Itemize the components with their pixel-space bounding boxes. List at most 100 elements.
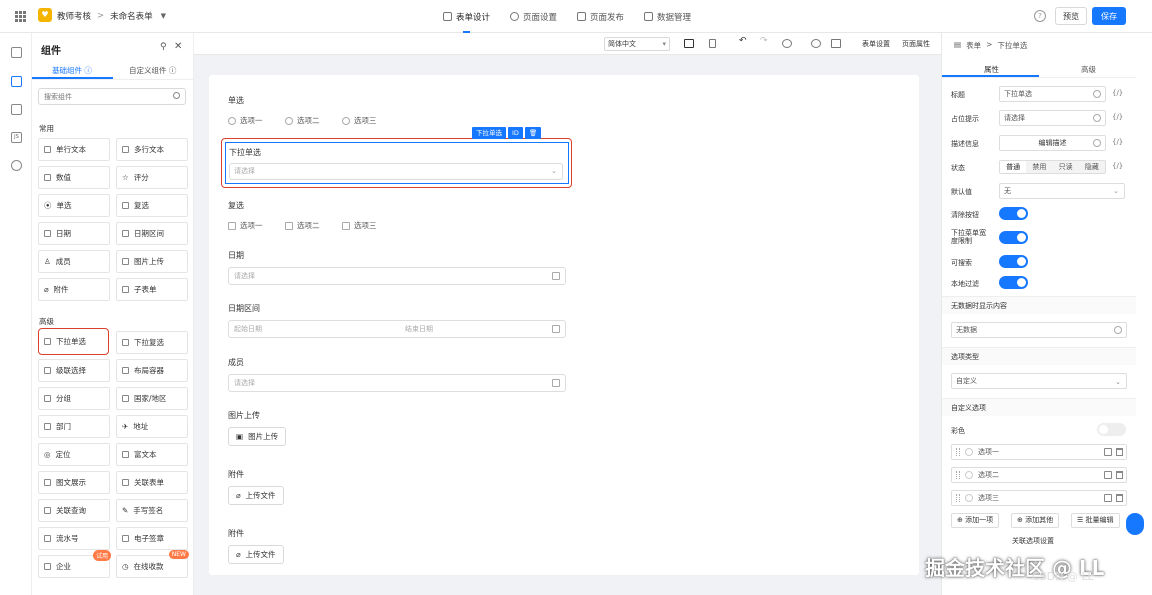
app-name[interactable]: 教师考核 <box>57 10 91 22</box>
comp-enterprise[interactable]: 企业 试用 <box>38 550 111 578</box>
drag-handle-icon[interactable] <box>956 494 960 502</box>
expression-icon[interactable]: {/} <box>1112 162 1123 170</box>
form-name[interactable]: 未命名表单 <box>110 10 153 22</box>
add-other-button[interactable]: ⊕ 添加其他 <box>1011 513 1060 528</box>
component-search-input[interactable] <box>38 88 186 105</box>
edit-icon[interactable] <box>1104 494 1112 502</box>
checkbox-option-2[interactable]: 选项二 <box>285 220 320 231</box>
page-props-button[interactable]: 页面属性 <box>902 39 930 49</box>
field-label-image-upload[interactable]: 图片上传 <box>228 410 260 421</box>
comp-attachment[interactable]: ⌀ 附件 <box>38 278 110 301</box>
crumb-form[interactable]: 表单 <box>966 40 981 51</box>
option-row-3[interactable]: 选项三 <box>951 490 1127 506</box>
dropdown-width-switch[interactable] <box>999 231 1028 244</box>
field-label-member[interactable]: 成员 <box>228 357 244 368</box>
redo-icon[interactable]: ↷ <box>760 36 768 46</box>
chevron-down-icon[interactable]: ▼ <box>161 12 166 20</box>
searchable-switch[interactable] <box>999 255 1028 268</box>
comp-e-seal[interactable]: 电子签章 <box>116 527 188 550</box>
globe-icon[interactable] <box>1093 114 1101 122</box>
database-icon[interactable] <box>11 104 22 115</box>
comp-checkbox[interactable]: 复选 <box>116 194 188 217</box>
status-disabled[interactable]: 禁用 <box>1026 161 1052 173</box>
code-icon[interactable] <box>831 39 841 48</box>
expression-icon[interactable]: {/} <box>1112 113 1123 121</box>
form-settings-button[interactable]: 表单设置 <box>862 39 890 49</box>
comp-group[interactable]: 分组 <box>38 387 110 410</box>
comp-layout-container[interactable]: 布局容器 <box>116 359 188 382</box>
field-label-attachment-2[interactable]: 附件 <box>228 528 244 539</box>
edit-icon[interactable] <box>1104 448 1112 456</box>
expression-icon[interactable]: {/} <box>1112 89 1123 97</box>
edit-icon[interactable] <box>1104 471 1112 479</box>
no-data-input[interactable]: 无数据 <box>951 322 1127 338</box>
status-hidden[interactable]: 隐藏 <box>1079 161 1105 173</box>
comp-date-range[interactable]: 日期区间 <box>116 222 188 245</box>
comp-member[interactable]: ♙ 成员 <box>38 250 110 273</box>
drag-handle-icon[interactable] <box>956 471 960 479</box>
clear-button-switch[interactable] <box>999 207 1028 220</box>
radio-option-2[interactable]: 选项二 <box>285 115 320 126</box>
radio-option-3[interactable]: 选项三 <box>342 115 377 126</box>
comp-related-form[interactable]: 关联表单 <box>116 471 188 494</box>
checkbox-option-3[interactable]: 选项三 <box>342 220 377 231</box>
outline-icon[interactable] <box>11 47 22 58</box>
comp-radio[interactable]: ⦿ 单选 <box>38 194 110 217</box>
comp-online-payment[interactable]: ◷ 在线收款 NEW <box>116 550 189 578</box>
comp-number[interactable]: 数值 <box>38 166 110 189</box>
field-label-radio[interactable]: 单选 <box>228 95 244 106</box>
comp-image-upload[interactable]: 图片上传 <box>116 250 188 273</box>
title-input[interactable]: 下拉单选 <box>999 86 1106 102</box>
close-icon[interactable]: ✕ <box>174 41 182 52</box>
field-label-date[interactable]: 日期 <box>228 250 244 261</box>
comp-department[interactable]: 部门 <box>38 415 110 438</box>
field-label-attachment[interactable]: 附件 <box>228 469 244 480</box>
delete-icon[interactable] <box>1116 448 1123 456</box>
radio-option-1[interactable]: 选项一 <box>228 115 263 126</box>
tab-custom-components[interactable]: 自定义组件 ⓘ <box>129 65 176 76</box>
tab-advanced[interactable]: 高级 <box>1081 64 1096 75</box>
comp-rich-text[interactable]: 富文本 <box>116 443 188 466</box>
tab-data-management[interactable]: 数据管理 <box>644 0 691 33</box>
comp-cascade[interactable]: 级联选择 <box>38 359 110 382</box>
image-upload-button[interactable]: ▣ 图片上传 <box>228 427 287 446</box>
comp-dropdown-single[interactable]: 下拉单选 <box>38 328 109 355</box>
pin-icon[interactable]: ⚲ <box>160 42 167 52</box>
undo-icon[interactable]: ↶ <box>739 36 747 46</box>
comp-multi-line-text[interactable]: 多行文本 <box>116 138 188 161</box>
globe-icon[interactable] <box>1093 139 1101 147</box>
comp-rating[interactable]: ☆ 评分 <box>116 166 188 189</box>
history-icon[interactable] <box>782 39 792 48</box>
save-button[interactable]: 保存 <box>1092 7 1126 25</box>
color-switch[interactable] <box>1097 423 1126 436</box>
desktop-icon[interactable] <box>684 39 694 48</box>
preview-button[interactable]: 预览 <box>1055 7 1087 25</box>
tab-page-publish[interactable]: 页面发布 <box>577 0 624 33</box>
local-filter-switch[interactable] <box>999 276 1028 289</box>
comp-signature[interactable]: ✎ 手写签名 <box>116 499 188 522</box>
linked-option-settings[interactable]: 关联选项设置 <box>1012 536 1054 546</box>
floating-assistant-icon[interactable] <box>1126 513 1144 535</box>
tab-basic-components[interactable]: 基础组件 ⓘ <box>52 65 92 76</box>
tab-page-settings[interactable]: 页面设置 <box>510 0 557 33</box>
comp-dropdown-multi[interactable]: 下拉复选 <box>116 331 188 354</box>
drag-handle-icon[interactable] <box>956 448 960 456</box>
delete-icon[interactable]: 🗑 <box>524 127 542 139</box>
globe-icon[interactable] <box>11 160 22 171</box>
comp-single-line-text[interactable]: 单行文本 <box>38 138 110 161</box>
id-button[interactable]: ID <box>508 127 523 139</box>
mobile-icon[interactable] <box>709 39 716 48</box>
language-select[interactable]: 简体中文 <box>604 37 670 51</box>
option-type-select[interactable]: 自定义 ⌄ <box>951 373 1127 389</box>
comp-country-region[interactable]: 国家/地区 <box>116 387 188 410</box>
default-select[interactable]: 无 ⌄ <box>999 183 1125 199</box>
date-range-input[interactable]: 起始日期 结束日期 <box>228 320 566 338</box>
comp-date[interactable]: 日期 <box>38 222 110 245</box>
option-row-1[interactable]: 选项一 <box>951 444 1127 460</box>
comp-subform[interactable]: 子表单 <box>116 278 188 301</box>
delete-icon[interactable] <box>1116 494 1123 502</box>
edit-description-button[interactable]: 编辑描述 <box>999 135 1106 151</box>
field-label-checkbox[interactable]: 复选 <box>228 200 244 211</box>
field-label-date-range[interactable]: 日期区间 <box>228 303 260 314</box>
expression-icon[interactable]: {/} <box>1112 138 1123 146</box>
